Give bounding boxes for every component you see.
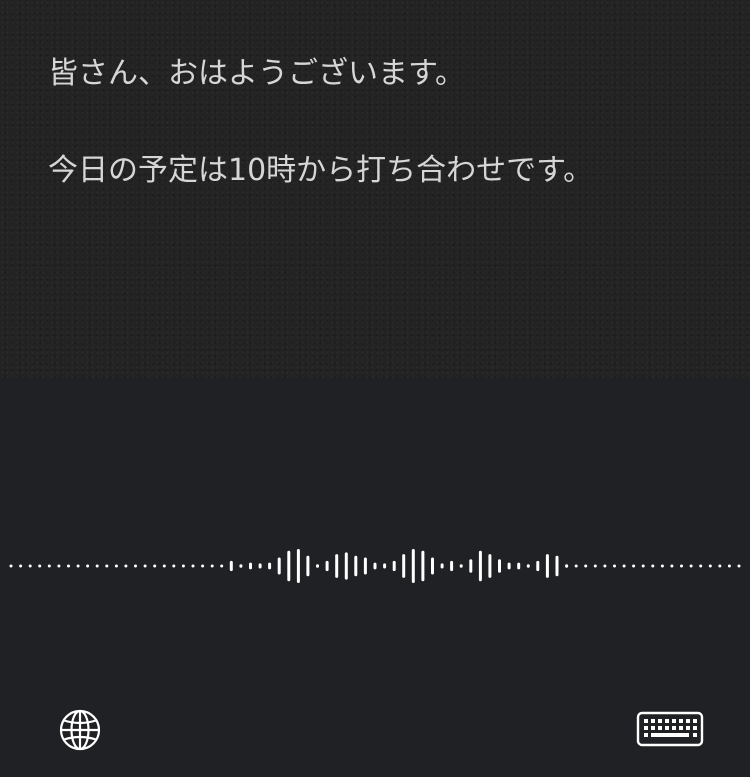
waveform-bar xyxy=(296,549,300,583)
waveform-bar xyxy=(47,564,51,568)
waveform-bar xyxy=(651,564,655,568)
waveform-bar xyxy=(459,564,463,568)
waveform-bar xyxy=(699,564,703,568)
waveform-bar xyxy=(670,564,674,568)
waveform-bar xyxy=(584,564,588,568)
waveform-bar xyxy=(316,564,319,568)
note-text-area[interactable]: 皆さん、おはようございます。 今日の予定は10時から打ち合わせです。 xyxy=(0,0,750,378)
waveform-bar xyxy=(86,564,90,568)
waveform-bar xyxy=(162,564,166,568)
waveform-bar xyxy=(9,564,13,568)
waveform-bar xyxy=(239,564,243,568)
waveform-bar xyxy=(229,560,233,572)
waveform-bar xyxy=(431,557,434,575)
waveform-bar xyxy=(67,564,70,568)
waveform-bar xyxy=(603,564,607,568)
waveform-bar xyxy=(660,564,664,568)
waveform-bar xyxy=(95,564,99,568)
waveform-bar xyxy=(181,564,185,568)
waveform-bar xyxy=(421,550,425,582)
note-line-1: 皆さん、おはようございます。 xyxy=(48,56,465,91)
waveform-bar xyxy=(354,555,358,577)
waveform-bar xyxy=(469,559,473,573)
waveform-bar xyxy=(105,564,109,568)
waveform-bar xyxy=(38,564,42,568)
waveform-bar xyxy=(383,563,387,569)
waveform-bar xyxy=(201,564,205,568)
note-line-2: 今日の予定は10時から打ち合わせです。 xyxy=(48,153,594,188)
waveform-bar xyxy=(737,564,741,568)
globe-icon xyxy=(59,709,101,751)
waveform-bar xyxy=(76,564,80,568)
waveform-bar xyxy=(191,564,195,568)
waveform-bar xyxy=(287,550,291,582)
waveform-bar xyxy=(574,564,578,568)
dictation-panel xyxy=(0,378,750,777)
waveform-bar xyxy=(249,562,252,570)
waveform-bar xyxy=(392,560,396,572)
waveform-bar xyxy=(344,552,348,580)
waveform-bar xyxy=(124,564,128,568)
waveform-bar xyxy=(555,555,559,577)
keyboard-toggle-button[interactable] xyxy=(636,711,704,749)
waveform-bar xyxy=(708,564,712,568)
waveform-bar xyxy=(680,564,683,568)
waveform-bar xyxy=(220,564,224,568)
waveform-bar xyxy=(526,564,530,568)
dictation-waveform xyxy=(9,549,741,583)
waveform-bar xyxy=(641,564,645,568)
waveform-bar xyxy=(613,564,616,568)
waveform-bar xyxy=(258,563,262,569)
waveform-bar xyxy=(622,564,626,568)
waveform-bar xyxy=(210,564,214,568)
waveform-bar xyxy=(143,564,147,568)
waveform-bar xyxy=(545,554,549,578)
waveform-bar xyxy=(517,562,521,570)
waveform-bar xyxy=(402,554,406,578)
waveform-bar xyxy=(478,550,482,582)
waveform-bar xyxy=(363,557,367,575)
waveform-bar xyxy=(268,562,272,570)
waveform-bar xyxy=(565,564,569,568)
waveform-bar xyxy=(450,560,454,572)
waveform-bar xyxy=(536,560,540,572)
keyboard-icon xyxy=(636,711,704,747)
waveform-bar xyxy=(507,562,511,570)
waveform-bar xyxy=(57,564,61,568)
waveform-bar xyxy=(325,560,329,572)
waveform-bar xyxy=(28,564,32,568)
waveform-bar xyxy=(593,564,597,568)
waveform-bar xyxy=(373,562,377,570)
waveform-bar xyxy=(134,564,137,568)
waveform-bar xyxy=(306,555,310,577)
waveform-bar xyxy=(19,564,23,568)
waveform-bar xyxy=(488,554,492,578)
waveform-bar xyxy=(498,559,501,573)
language-switch-button[interactable] xyxy=(58,708,102,752)
waveform-bar xyxy=(411,549,415,583)
waveform-bar xyxy=(727,564,731,568)
waveform-bar xyxy=(114,564,118,568)
waveform-bar xyxy=(689,564,693,568)
waveform-bar xyxy=(440,563,444,569)
waveform-bar xyxy=(335,554,339,578)
waveform-bar xyxy=(277,557,281,575)
waveform-bar xyxy=(153,564,157,568)
waveform-bar xyxy=(632,564,636,568)
waveform-bar xyxy=(172,564,176,568)
waveform-bar xyxy=(718,564,722,568)
